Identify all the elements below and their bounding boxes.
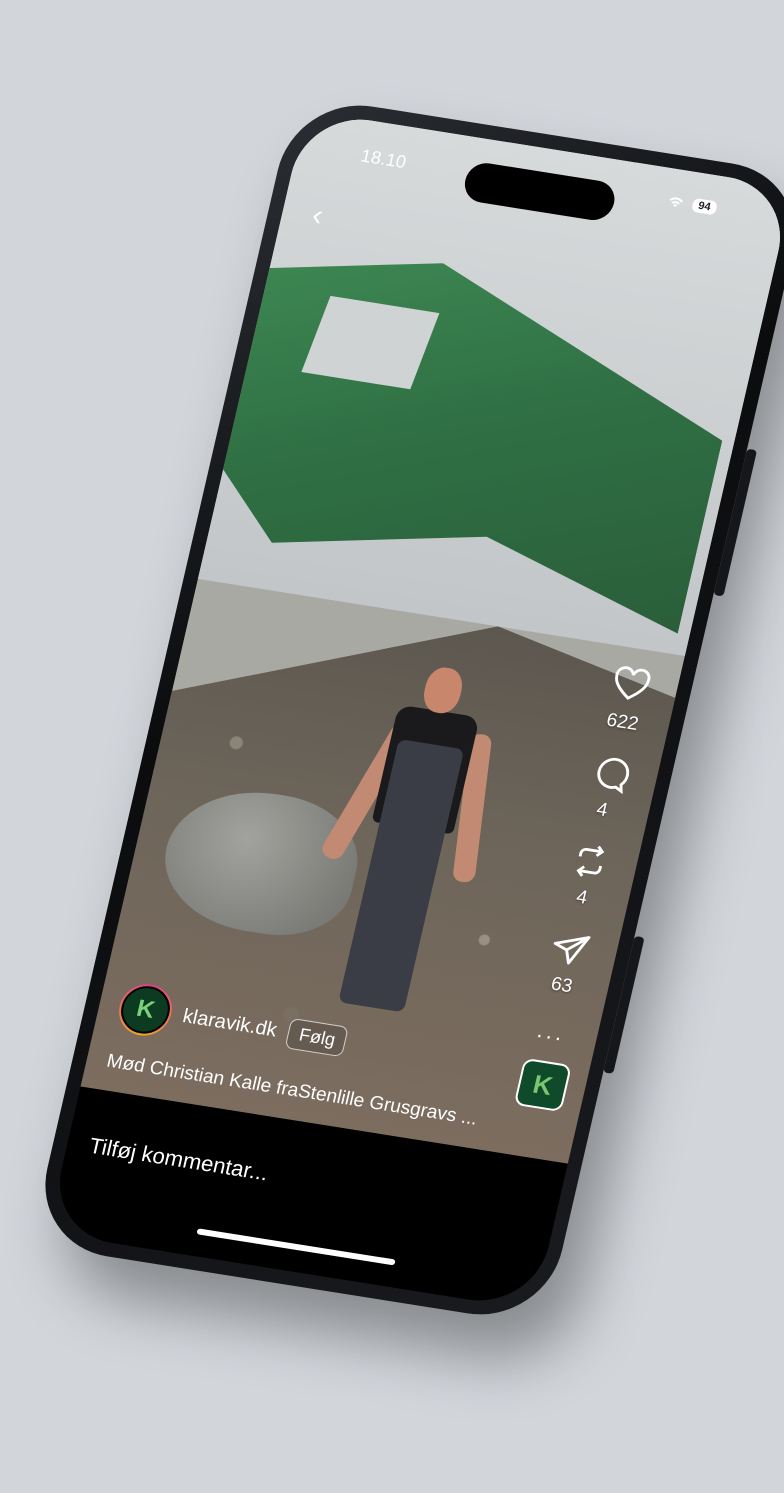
like-button[interactable]: 622 (601, 664, 654, 736)
repost-button[interactable]: 4 (561, 840, 614, 912)
comment-button[interactable]: 4 (581, 752, 634, 824)
comment-count: 4 (594, 798, 610, 822)
like-count: 622 (604, 709, 641, 736)
comment-input[interactable]: Tilføj kommentar... (87, 1133, 271, 1187)
send-icon (553, 936, 591, 965)
author-username[interactable]: klaravik.dk (181, 1005, 279, 1042)
heart-icon (615, 666, 651, 700)
phone-device: 18.10 94 ‹ 622 4 4 63 ··· K K klaravik.d… (29, 94, 784, 1326)
repost-count: 4 (574, 886, 590, 909)
wifi-icon (669, 197, 683, 207)
repost-icon (576, 845, 605, 877)
audio-tile-letter: K (530, 1068, 556, 1101)
avatar[interactable]: K (113, 980, 178, 1040)
avatar-letter: K (116, 982, 175, 1038)
speech-bubble-icon (597, 758, 630, 795)
more-icon[interactable]: ··· (533, 1022, 566, 1052)
follow-button[interactable]: Følg (285, 1017, 350, 1057)
share-button[interactable]: 63 (540, 927, 593, 999)
person-head (420, 665, 466, 716)
share-count: 63 (548, 973, 575, 998)
home-indicator[interactable] (196, 1228, 396, 1266)
